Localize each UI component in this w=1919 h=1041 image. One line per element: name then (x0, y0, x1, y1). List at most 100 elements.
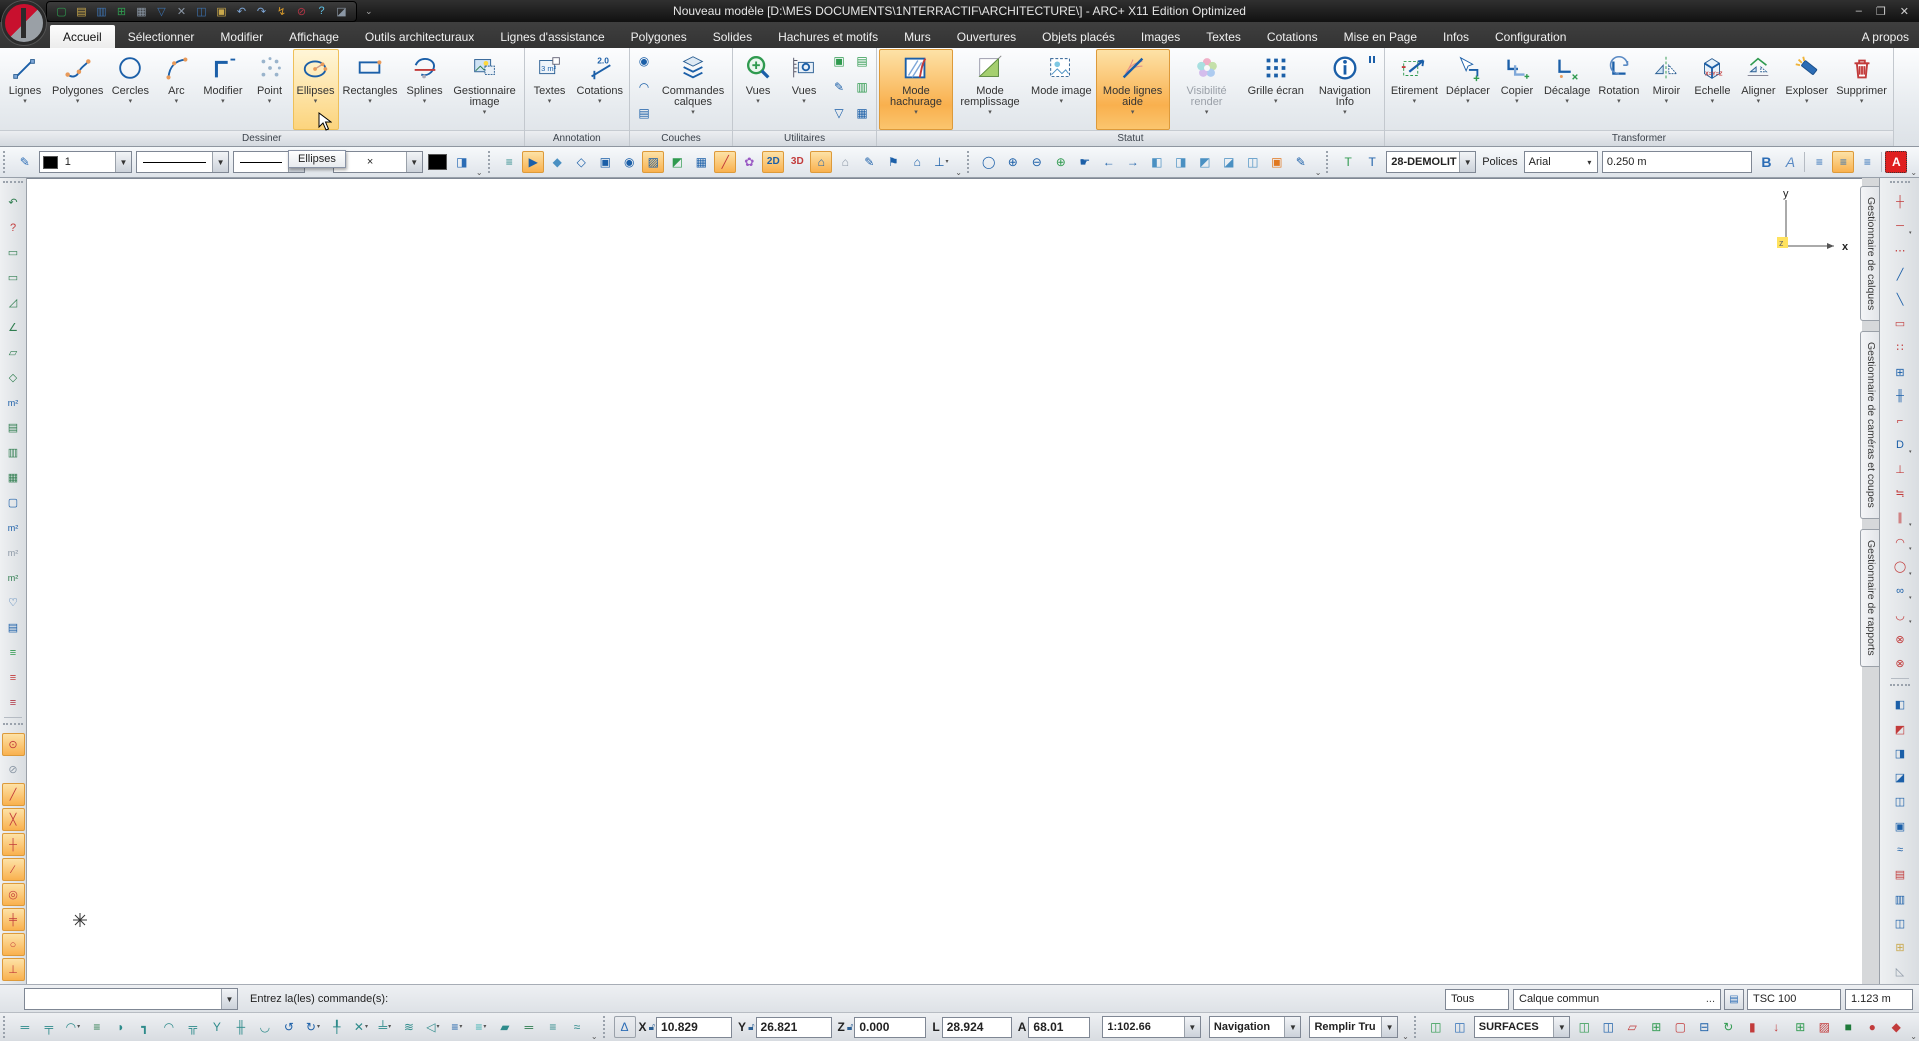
toolbar-grip[interactable] (603, 1016, 610, 1038)
layer-common-field[interactable]: Calque commun ... (1513, 989, 1721, 1010)
cube-view-3-button[interactable]: ◩ (1194, 151, 1216, 173)
surface-pick-icon[interactable]: ◫ (1449, 1016, 1471, 1038)
tab-lignes-d-assistance[interactable]: Lignes d'assistance (487, 25, 617, 48)
chevron-down-icon[interactable]: ▾ (1617, 98, 1621, 106)
edit-corner-button[interactable]: ┓ (134, 1016, 156, 1038)
tab-cotations[interactable]: Cotations (1254, 25, 1331, 48)
axis-origin-button[interactable]: ⊥▾ (930, 151, 952, 173)
edit-offset-button[interactable]: ╤ (38, 1016, 60, 1038)
tab-affichage[interactable]: Affichage (276, 25, 352, 48)
assist-frame-button[interactable]: ▭ (1889, 312, 1912, 334)
mode-hatch-button[interactable]: Mode hachurage▾ (879, 49, 953, 130)
align-center-button[interactable]: ≡ (1832, 151, 1854, 173)
chevron-down-icon[interactable]: ▾ (483, 109, 487, 117)
chevron-down-icon[interactable]: ▾ (946, 156, 949, 168)
surface-solid-button[interactable]: ■ (1837, 1016, 1859, 1038)
pan-hand-button[interactable]: ☛ (1074, 151, 1096, 173)
edit-rows-button[interactable]: ≡ (542, 1016, 564, 1038)
toolbar-grip[interactable] (488, 151, 495, 173)
measure-xyz-button[interactable]: ? (2, 216, 25, 239)
italic-button[interactable]: A (1779, 151, 1801, 173)
align-left-button[interactable]: ≡ (1808, 151, 1830, 173)
browse-button[interactable]: ... (1706, 993, 1715, 1005)
redo-button[interactable]: ↷ (253, 4, 270, 19)
edit-equal-button[interactable]: ═ (518, 1016, 540, 1038)
quick-access-more-icon[interactable]: ⌄ (365, 6, 373, 17)
tab-modifier[interactable]: Modifier (207, 25, 276, 48)
font-combo[interactable]: Arial ▾ (1524, 151, 1598, 173)
measure-angle-button[interactable]: ∠ (2, 316, 25, 339)
lines-button[interactable]: Lignes▾ (2, 49, 48, 130)
camera-view-button[interactable]: Vues▾ (781, 49, 827, 130)
chevron-down-icon[interactable]: ▾ (1343, 109, 1347, 117)
cube-view-1-button[interactable]: ◧ (1146, 151, 1168, 173)
toolbar-overflow-icon[interactable]: ⌄ (1910, 168, 1917, 177)
filter-all-field[interactable]: Tous (1445, 989, 1509, 1010)
measure-undo-button[interactable]: ↶ (2, 191, 25, 214)
chevron-down-icon[interactable]: ▾ (1909, 522, 1912, 528)
zoom-in-button[interactable]: ⊕ (1002, 151, 1024, 173)
prev-view-button[interactable]: ⌂ (834, 151, 856, 173)
snap-center-button[interactable]: ◎ (2, 883, 25, 906)
doc-go-button[interactable]: ▥ (851, 77, 873, 97)
tab-gestionnaire-calques[interactable]: Gestionnaire de calques (1860, 186, 1879, 321)
cut-button[interactable]: ✕ (173, 4, 190, 19)
house-plan-button[interactable]: ⌂ (906, 151, 928, 173)
toolbar-grip[interactable] (3, 151, 10, 173)
tab-textes[interactable]: Textes (1193, 25, 1254, 48)
tab-hachures-et-motifs[interactable]: Hachures et motifs (765, 25, 891, 48)
eye-button[interactable]: ◉ (633, 51, 655, 71)
delete-button[interactable]: Supprimer▾ (1832, 49, 1891, 130)
view-cube-right-button[interactable]: ▣ (1889, 815, 1912, 837)
toolbar-grip[interactable] (967, 151, 974, 173)
pan-stop-button[interactable]: ⊘ (293, 4, 310, 19)
chevron-down-icon[interactable]: ▾ (1515, 98, 1519, 106)
toolbar-grip[interactable] (3, 1016, 10, 1038)
chevron-down-icon[interactable]: ▾ (221, 98, 225, 106)
tab-ouvertures[interactable]: Ouvertures (944, 25, 1029, 48)
chevron-down-icon[interactable]: ▾ (691, 109, 695, 117)
section-grid-button[interactable]: ▤ (1889, 864, 1912, 886)
z-coord-field[interactable]: 0.000 (854, 1017, 926, 1038)
section-horizontal-button[interactable]: ≈ (1889, 839, 1912, 861)
modify-button[interactable]: Modifier▾ (199, 49, 246, 130)
chevron-down-icon[interactable]: ▼ (1381, 1017, 1397, 1037)
view-prev-button[interactable]: ← (1098, 151, 1120, 173)
tab-s-lectionner[interactable]: Sélectionner (115, 25, 208, 48)
help-button[interactable]: ? (313, 4, 330, 19)
list-edit-button[interactable]: ≡ (2, 666, 25, 689)
edit-fill-button[interactable]: ▰ (494, 1016, 516, 1038)
view-cube-back-button[interactable]: ◪ (1889, 766, 1912, 788)
view-2d-button[interactable]: 2D (762, 151, 784, 173)
eye-closed-button[interactable]: ◠ (633, 77, 655, 97)
surface-link-2-button[interactable]: ◆ (1885, 1016, 1907, 1038)
measure-length-2-button[interactable]: ▭ (2, 266, 25, 289)
tab-gestionnaire-cameras[interactable]: Gestionnaire de caméras et coupes (1860, 331, 1879, 519)
chevron-down-icon[interactable]: ▾ (548, 98, 552, 106)
snap-perpendicular-button[interactable]: ⊥ (2, 958, 25, 981)
tab-outils-architecturaux[interactable]: Outils architecturaux (352, 25, 487, 48)
chevron-down-icon[interactable]: ▾ (76, 98, 80, 106)
edit-align-top-button[interactable]: ╧▾ (374, 1016, 396, 1038)
assist-axes-button[interactable]: ╫ (1889, 385, 1912, 407)
save-button[interactable]: ▥ (93, 4, 110, 19)
chevron-down-icon[interactable]: ▾ (1711, 98, 1715, 106)
snap-point-on-line-button[interactable]: ∕ (2, 858, 25, 881)
x-coord-field[interactable]: 10.829 (656, 1017, 732, 1038)
assist-spacing-button[interactable]: ≒ (1889, 482, 1912, 504)
surface-copy-button[interactable]: ◫ (1573, 1016, 1595, 1038)
chevron-down-icon[interactable]: ▾ (23, 98, 27, 106)
chevron-down-icon[interactable]: ▾ (365, 1021, 368, 1033)
measure-rect-button[interactable]: ▢ (2, 491, 25, 514)
view-cube-left-button[interactable]: ◫ (1889, 791, 1912, 813)
zoom-out-button[interactable]: ⊖ (1026, 151, 1048, 173)
pause-icon[interactable] (1364, 52, 1380, 71)
chevron-down-icon[interactable]: ▼ (406, 152, 422, 172)
layer-box-button[interactable]: ▤ (633, 103, 655, 123)
delta-toggle[interactable]: Δ (614, 1016, 636, 1038)
x-lock-icon[interactable]: 🔓︎ (649, 1022, 655, 1033)
chevron-down-icon[interactable]: ▾ (1413, 98, 1417, 106)
edit-align-multi-button[interactable]: ≋ (398, 1016, 420, 1038)
zoom-lens-button[interactable]: ◯ (978, 151, 1000, 173)
exit-app-button[interactable]: ◪ (333, 4, 350, 19)
